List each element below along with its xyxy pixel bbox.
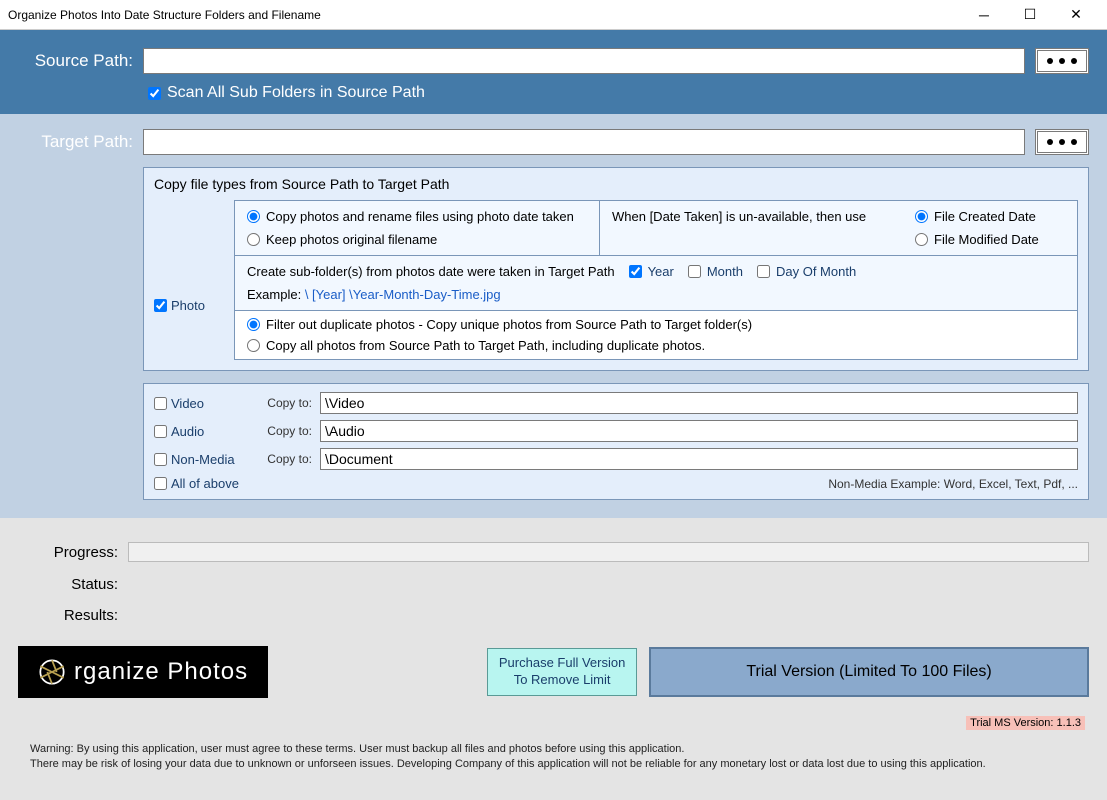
window-title: Organize Photos Into Date Structure Fold… xyxy=(8,8,321,22)
rename-label: Copy photos and rename files using photo… xyxy=(266,209,574,224)
scan-subfolders-label: Scan All Sub Folders in Source Path xyxy=(167,84,425,102)
nonmedia-label: Non-Media xyxy=(171,452,235,467)
subfolder-text: Create sub-folder(s) from photos date we… xyxy=(247,264,615,279)
close-button[interactable]: ✕ xyxy=(1053,0,1099,30)
video-checkbox[interactable] xyxy=(154,397,167,410)
maximize-button[interactable]: ☐ xyxy=(1007,0,1053,30)
allabove-checkbox[interactable] xyxy=(154,477,167,490)
version-badge: Trial MS Version: 1.1.3 xyxy=(966,716,1085,730)
month-checkbox[interactable] xyxy=(688,265,701,278)
rename-radio[interactable] xyxy=(247,210,260,223)
file-created-radio[interactable] xyxy=(915,210,928,223)
filter-dup-label: Filter out duplicate photos - Copy uniqu… xyxy=(266,317,752,332)
target-panel: Target Path: Copy file types from Source… xyxy=(0,114,1107,518)
audio-checkbox[interactable] xyxy=(154,425,167,438)
file-modified-radio[interactable] xyxy=(915,233,928,246)
titlebar: Organize Photos Into Date Structure Fold… xyxy=(0,0,1107,30)
day-checkbox[interactable] xyxy=(757,265,770,278)
source-path-label: Source Path: xyxy=(18,51,133,71)
copy-types-fieldset: Copy file types from Source Path to Targ… xyxy=(143,167,1089,371)
video-copyto-label: Copy to: xyxy=(257,396,312,410)
app-logo: rganize Photos xyxy=(18,646,268,698)
allabove-label: All of above xyxy=(171,476,239,491)
target-browse-button[interactable] xyxy=(1035,129,1089,155)
minimize-button[interactable]: ─ xyxy=(961,0,1007,30)
media-types-fieldset: Video Copy to: Audio Copy to: Non-Media … xyxy=(143,383,1089,500)
filter-dup-radio[interactable] xyxy=(247,318,260,331)
copy-all-label: Copy all photos from Source Path to Targ… xyxy=(266,338,705,353)
window-controls: ─ ☐ ✕ xyxy=(961,0,1099,30)
trial-button[interactable]: Trial Version (Limited To 100 Files) xyxy=(649,647,1089,697)
example-label: Example: xyxy=(247,287,301,302)
nonmedia-path-input[interactable] xyxy=(320,448,1078,470)
copy-all-radio[interactable] xyxy=(247,339,260,352)
target-path-input[interactable] xyxy=(143,129,1025,155)
video-path-input[interactable] xyxy=(320,392,1078,414)
progress-label: Progress: xyxy=(18,544,118,561)
day-label: Day Of Month xyxy=(776,264,856,279)
photo-label: Photo xyxy=(171,298,205,313)
disclaimer-text: Warning: By using this application, user… xyxy=(0,740,1107,780)
nonmedia-checkbox[interactable] xyxy=(154,453,167,466)
scan-subfolders-checkbox[interactable] xyxy=(148,87,161,100)
file-created-label: File Created Date xyxy=(934,209,1036,224)
purchase-button[interactable]: Purchase Full Version To Remove Limit xyxy=(487,648,637,696)
progress-bar xyxy=(128,542,1089,562)
year-checkbox[interactable] xyxy=(629,265,642,278)
when-unavail-label: When [Date Taken] is un-available, then … xyxy=(612,209,909,224)
video-label: Video xyxy=(171,396,204,411)
keep-radio[interactable] xyxy=(247,233,260,246)
source-path-input[interactable] xyxy=(143,48,1025,74)
audio-copyto-label: Copy to: xyxy=(257,424,312,438)
status-area: Progress: Status: Results: rganize Photo… xyxy=(0,518,1107,740)
source-panel: Source Path: Scan All Sub Folders in Sou… xyxy=(0,30,1107,114)
source-browse-button[interactable] xyxy=(1035,48,1089,74)
file-modified-label: File Modified Date xyxy=(934,232,1039,247)
results-label: Results: xyxy=(18,607,118,624)
aperture-icon xyxy=(38,658,66,686)
year-label: Year xyxy=(648,264,674,279)
month-label: Month xyxy=(707,264,743,279)
logo-text: rganize Photos xyxy=(74,658,248,686)
status-label: Status: xyxy=(18,576,118,593)
photo-checkbox[interactable] xyxy=(154,299,167,312)
nonmedia-copyto-label: Copy to: xyxy=(257,452,312,466)
audio-path-input[interactable] xyxy=(320,420,1078,442)
example-path: \ [Year] \Year-Month-Day-Time.jpg xyxy=(305,287,501,302)
disclaimer-line1: Warning: By using this application, user… xyxy=(30,742,1077,757)
copy-types-title: Copy file types from Source Path to Targ… xyxy=(154,176,1078,192)
keep-label: Keep photos original filename xyxy=(266,232,437,247)
target-path-label: Target Path: xyxy=(18,132,133,152)
disclaimer-line2: There may be risk of losing your data du… xyxy=(30,757,1077,772)
audio-label: Audio xyxy=(171,424,204,439)
nonmedia-example-note: Non-Media Example: Word, Excel, Text, Pd… xyxy=(828,477,1078,491)
